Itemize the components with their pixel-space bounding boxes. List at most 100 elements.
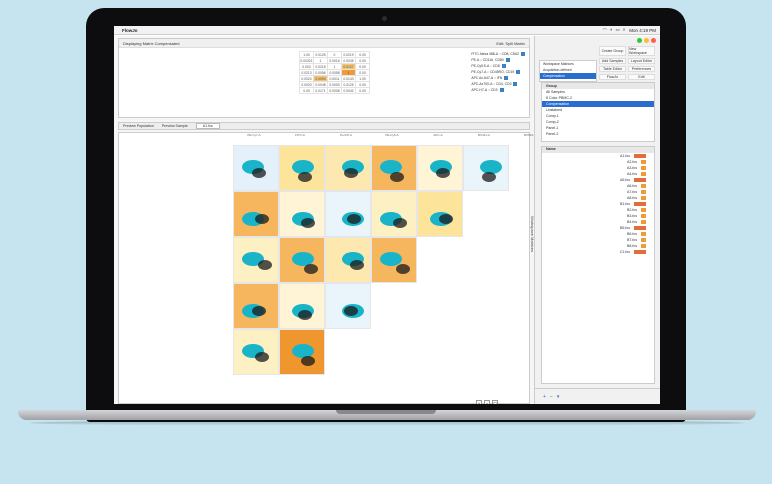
compensation-plot[interactable] <box>233 283 279 329</box>
matrix-pane: Displaying Matrix Compensated Edit: Spil… <box>118 38 530 118</box>
search-icon[interactable]: ⌕ <box>623 27 626 33</box>
channel-label: APC Ax-647-A :: IFN <box>471 76 503 80</box>
sample-color-swatch <box>641 232 646 236</box>
compensation-plot[interactable] <box>325 191 371 237</box>
matrix-cell[interactable]: 0.00 <box>299 87 314 94</box>
toolbar-button[interactable]: Edit <box>628 74 655 80</box>
nav-item[interactable]: Compensation <box>540 73 596 79</box>
toolbar-button[interactable]: FlowJo <box>599 74 626 80</box>
compensation-plot[interactable] <box>371 191 417 237</box>
sample-color-swatch <box>634 226 646 230</box>
channel-checkbox-icon[interactable] <box>499 88 504 92</box>
channel-label: PE-Cy7-A :: CD45RO, CD19 <box>471 70 515 74</box>
population-cluster <box>258 260 272 270</box>
sample-color-swatch <box>634 154 646 158</box>
channel-checkbox-icon[interactable] <box>501 64 506 68</box>
population-cluster <box>298 172 312 182</box>
channel-item[interactable]: APC-H7-A :: CD3 <box>471 87 525 93</box>
status-icons: ◠ ◗ ▭ ⌕ <box>603 27 626 33</box>
zoom-in-button[interactable]: + <box>476 400 482 404</box>
add-icon[interactable]: + <box>543 394 546 400</box>
wifi-icon[interactable]: ◠ <box>603 27 607 33</box>
channel-checkbox-icon[interactable] <box>505 58 510 62</box>
app-name[interactable]: FlowJo <box>122 28 138 33</box>
close-window-icon[interactable] <box>651 38 656 43</box>
sample-name: B6.fcs <box>627 232 637 236</box>
compensation-plot[interactable] <box>279 237 325 283</box>
menubar-clock: Mon 4:19 PM <box>629 27 656 33</box>
toolbar-button[interactable]: Layout Editor <box>628 58 655 64</box>
zoom-window-icon[interactable] <box>637 38 642 43</box>
compensation-plot[interactable] <box>325 283 371 329</box>
compensation-plot[interactable] <box>279 283 325 329</box>
sample-color-swatch <box>641 160 646 164</box>
grid-column-header: PerCP-A <box>340 133 352 137</box>
toolbar-button[interactable]: Add Samples <box>599 58 626 64</box>
compensation-plot[interactable] <box>279 329 325 375</box>
preview-sample-select[interactable]: A1.fcs <box>195 123 220 129</box>
sample-color-swatch <box>641 166 646 170</box>
population-cluster <box>344 306 358 316</box>
sample-name: B8.fcs <box>627 244 637 248</box>
battery-icon[interactable]: ▭ <box>615 27 619 33</box>
channel-checkbox-icon[interactable] <box>513 82 518 86</box>
compensation-plot[interactable] <box>325 237 371 283</box>
matrix-cell[interactable]: 0.00 <box>355 87 370 94</box>
compensation-plot[interactable] <box>233 145 279 191</box>
channel-label: PE-A :: CD11b, CD80 <box>471 58 504 62</box>
preview-population-label: Preview Population <box>123 124 154 128</box>
preview-bar: Preview Population Preview Sample A1.fcs <box>118 122 530 130</box>
matrix-nav: Workspace Matrices Acquisition-defined Com… <box>539 60 597 82</box>
toolbar-button[interactable]: Create Group <box>599 46 626 56</box>
sample-name: A1.fcs <box>620 154 630 158</box>
zoom-fit-button[interactable]: ▢ <box>492 400 498 404</box>
remove-icon[interactable]: − <box>550 394 553 400</box>
group-item[interactable]: Panel-2 <box>542 131 654 137</box>
edit-matrix-label[interactable]: Edit: Spill Matrix <box>496 41 525 46</box>
laptop-shadow <box>30 420 744 426</box>
sample-color-swatch <box>641 244 646 248</box>
matrix-cell[interactable]: 0.0171 <box>313 87 328 94</box>
compensation-plot[interactable] <box>371 237 417 283</box>
population-cluster <box>298 310 312 320</box>
channel-checkbox-icon[interactable] <box>516 70 521 74</box>
population-cluster <box>252 168 266 178</box>
volume-icon[interactable]: ◗ <box>610 27 613 33</box>
compensation-plot[interactable] <box>325 145 371 191</box>
main-area: Displaying Matrix Compensated Edit: Spil… <box>114 36 582 404</box>
compensation-plot[interactable] <box>417 145 463 191</box>
minimize-window-icon[interactable] <box>644 38 649 43</box>
compensation-plot[interactable] <box>233 329 279 375</box>
channel-checkbox-icon[interactable] <box>521 52 525 56</box>
matrix-cell[interactable]: 0.0008 <box>327 87 342 94</box>
channel-label: APC-H7-A :: CD3 <box>471 88 498 92</box>
panel-bottom-bar: + − ▾ <box>535 388 660 404</box>
compensation-plot[interactable] <box>279 145 325 191</box>
sample-name: B3.fcs <box>627 214 637 218</box>
compensation-plot[interactable] <box>371 145 417 191</box>
toolbar-button[interactable]: Preferences <box>628 66 655 72</box>
sample-color-swatch <box>641 190 646 194</box>
matrix-titlebar: Displaying Matrix Compensated Edit: Spil… <box>119 39 529 48</box>
matrix-cell[interactable]: 0.0042 <box>341 87 356 94</box>
compensation-plot[interactable] <box>233 191 279 237</box>
group-panel: Group All Samples 8 Color PBMC-2 Compensati… <box>541 82 655 142</box>
compensation-plot[interactable] <box>279 191 325 237</box>
channel-label: PE-Cy5.5-A :: CD8 <box>471 64 500 68</box>
sample-name: B4.fcs <box>627 220 637 224</box>
zoom-out-button[interactable]: − <box>484 400 490 404</box>
options-icon[interactable]: ▾ <box>557 394 560 400</box>
sample-row[interactable]: C1.fcs <box>542 249 654 255</box>
sample-name: A7.fcs <box>627 190 637 194</box>
toolbar-button[interactable]: Table Editor <box>599 66 626 72</box>
workspace-toolbar: Create Group New Workspace Add Samples Layo… <box>599 46 655 80</box>
compensation-plot[interactable] <box>463 145 509 191</box>
sample-name: A3.fcs <box>627 166 637 170</box>
compensation-plot[interactable] <box>233 237 279 283</box>
grid-column-header: PE-Cy5-A <box>385 133 399 137</box>
channel-checkbox-icon[interactable] <box>504 76 509 80</box>
toolbar-button[interactable]: New Workspace <box>628 46 655 56</box>
compensation-plot[interactable] <box>417 191 463 237</box>
population-cluster <box>304 264 318 274</box>
sample-name: B7.fcs <box>627 238 637 242</box>
